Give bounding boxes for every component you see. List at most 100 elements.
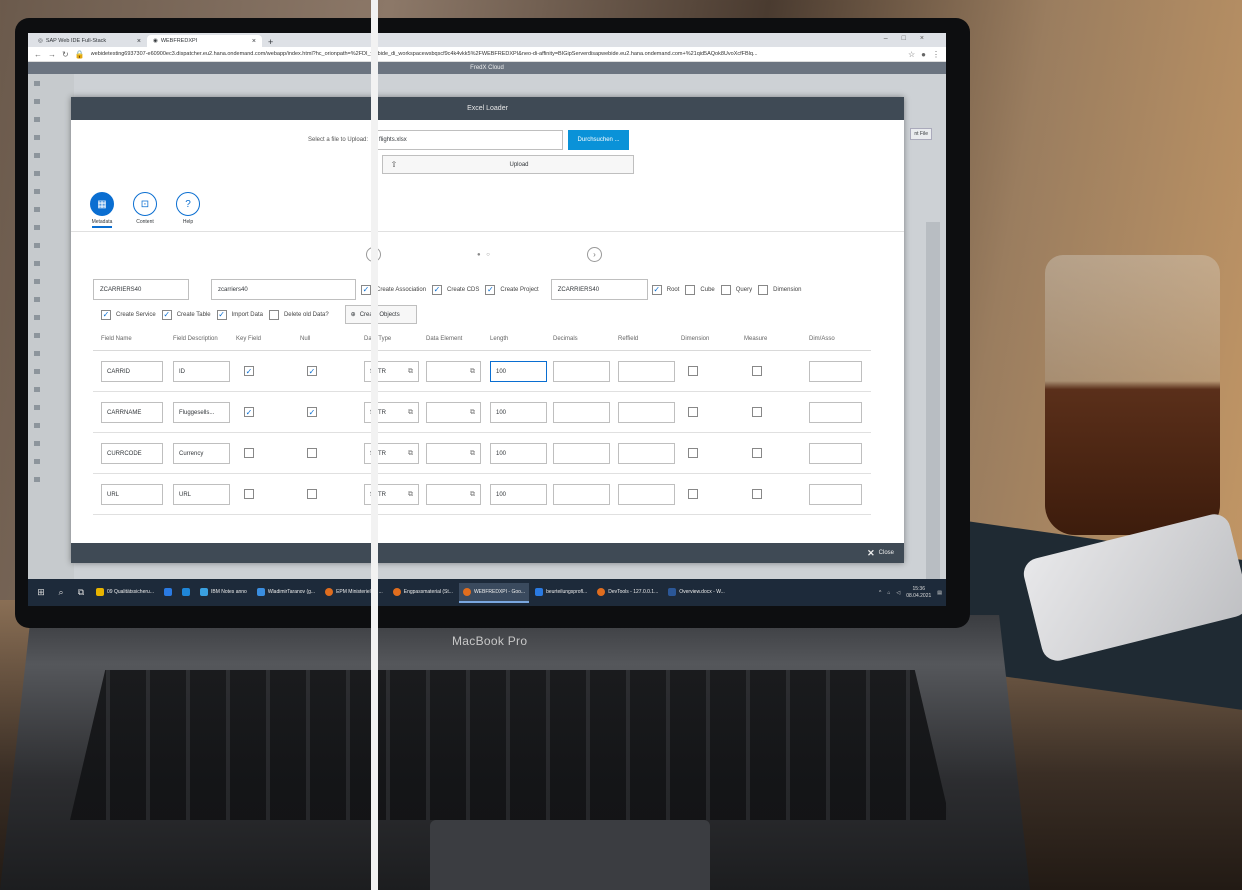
field-description-input[interactable]: Fluggesells... xyxy=(173,402,230,423)
tree-item[interactable] xyxy=(28,470,74,488)
dimension-checkbox[interactable] xyxy=(688,366,698,376)
window-controls[interactable]: –□× xyxy=(884,35,938,42)
url-field[interactable]: webidetesting6937307-e60900ec3.dispatche… xyxy=(91,51,902,57)
taskbar-item[interactable]: IBM Notes anno xyxy=(196,583,251,603)
key-field-checkbox[interactable]: ✓ xyxy=(244,366,254,376)
reffield-input[interactable] xyxy=(618,484,675,505)
taskbar-item[interactable]: beurteilungsprofl... xyxy=(531,583,591,603)
tree-item[interactable] xyxy=(28,236,74,254)
volume-icon[interactable]: ◁ xyxy=(896,590,900,596)
new-tab-icon[interactable]: + xyxy=(262,37,279,47)
browse-button[interactable]: Durchsuchen ... xyxy=(568,130,630,150)
cube-checkbox[interactable] xyxy=(685,284,696,295)
tree-item[interactable] xyxy=(28,416,74,434)
create-objects-button[interactable]: ⊕ Create Objects xyxy=(344,305,417,324)
value-help-icon[interactable]: ⧉ xyxy=(470,368,475,376)
null-checkbox[interactable]: ✓ xyxy=(307,366,317,376)
key-field-checkbox[interactable]: ✓ xyxy=(244,407,254,417)
tree-item[interactable] xyxy=(28,272,74,290)
windows-start-icon[interactable]: ⊞ xyxy=(32,587,50,598)
tree-item[interactable] xyxy=(28,92,74,110)
field-description-input[interactable]: ID xyxy=(173,361,230,382)
decimals-input[interactable] xyxy=(553,361,610,382)
taskbar-item[interactable]: WEBFREDXPI - Goo... xyxy=(458,582,530,603)
decimals-input[interactable] xyxy=(553,484,610,505)
taskbar-item[interactable]: Overview.docx - W... xyxy=(664,583,729,603)
chevron-right-icon[interactable]: › xyxy=(587,247,602,262)
network-icon[interactable]: ⌂ xyxy=(887,590,890,596)
reffield-input[interactable] xyxy=(618,402,675,423)
back-icon[interactable]: ← xyxy=(34,50,42,59)
null-checkbox[interactable] xyxy=(307,448,317,458)
reffield-input[interactable] xyxy=(618,443,675,464)
decimals-input[interactable] xyxy=(553,402,610,423)
taskbar-item[interactable]: WladimirTaranov (g... xyxy=(253,583,319,603)
tree-item[interactable] xyxy=(28,452,74,470)
menu-icon[interactable]: ⋮ xyxy=(932,50,940,59)
tree-item[interactable] xyxy=(28,200,74,218)
tree-item[interactable] xyxy=(28,164,74,182)
field-description-input[interactable]: Currency xyxy=(173,443,230,464)
tree-item[interactable] xyxy=(28,362,74,380)
tree-item[interactable] xyxy=(28,344,74,362)
value-help-icon[interactable]: ⧉ xyxy=(408,368,413,376)
tree-item[interactable] xyxy=(28,254,74,272)
length-input[interactable]: 100 xyxy=(490,484,547,505)
dimension-checkbox[interactable] xyxy=(688,407,698,417)
name-input[interactable]: zcarriers40 xyxy=(211,279,356,300)
create-project-checkbox[interactable]: ✓ xyxy=(485,284,496,295)
value-help-icon[interactable]: ⧉ xyxy=(470,450,475,458)
create-association-checkbox[interactable]: ✓ xyxy=(361,284,371,295)
taskbar-item[interactable]: DevTools - 127.0.0.1... xyxy=(593,583,662,603)
tree-item[interactable] xyxy=(28,398,74,416)
data-element-input[interactable]: ⧉ xyxy=(426,484,481,505)
reffield-input[interactable] xyxy=(618,361,675,382)
key-field-checkbox[interactable] xyxy=(244,489,254,499)
project-name-input[interactable]: ZCARRIERS40 xyxy=(550,279,648,300)
close-icon[interactable]: × xyxy=(137,38,141,45)
data-element-input[interactable]: ⧉ xyxy=(426,443,481,464)
delete-old-checkbox[interactable] xyxy=(268,309,279,320)
tree-item[interactable] xyxy=(28,146,74,164)
tree-item[interactable] xyxy=(28,74,74,92)
value-help-icon[interactable]: ⧉ xyxy=(408,450,413,458)
tab-content[interactable]: ⊡ Content xyxy=(130,192,160,228)
create-table-checkbox[interactable]: ✓ xyxy=(161,309,172,320)
browser-tab-webfredxpi[interactable]: ◉ WEBFREDXPI × xyxy=(147,35,262,47)
profile-icon[interactable]: ● xyxy=(921,50,926,59)
value-help-icon[interactable]: ⧉ xyxy=(408,491,413,499)
tree-item[interactable] xyxy=(28,434,74,452)
create-service-checkbox[interactable]: ✓ xyxy=(101,309,111,320)
tab-metadata[interactable]: ▦ Metadata xyxy=(87,192,117,228)
value-help-icon[interactable]: ⧉ xyxy=(470,409,475,417)
chevron-up-icon[interactable]: ^ xyxy=(879,590,881,596)
length-input[interactable]: 100 xyxy=(490,402,547,423)
tree-item[interactable] xyxy=(28,128,74,146)
data-element-input[interactable]: ⧉ xyxy=(426,361,481,382)
data-element-input[interactable]: ⧉ xyxy=(426,402,481,423)
tree-item[interactable] xyxy=(28,290,74,308)
tree-item[interactable] xyxy=(28,308,74,326)
tree-item[interactable] xyxy=(28,326,74,344)
field-description-input[interactable]: URL xyxy=(173,484,230,505)
create-cds-checkbox[interactable]: ✓ xyxy=(432,284,443,295)
new-file-button[interactable]: nt File xyxy=(910,128,932,140)
dimension-checkbox[interactable] xyxy=(688,489,698,499)
tree-item[interactable] xyxy=(28,182,74,200)
tab-help[interactable]: ? Help xyxy=(173,192,203,228)
root-checkbox[interactable]: ✓ xyxy=(651,284,662,295)
dimension-checkbox[interactable] xyxy=(688,448,698,458)
null-checkbox[interactable] xyxy=(307,489,317,499)
dim-asso-input[interactable] xyxy=(809,402,862,423)
key-field-checkbox[interactable] xyxy=(244,448,254,458)
measure-checkbox[interactable] xyxy=(752,489,762,499)
field-name-input[interactable]: CURRCODE xyxy=(101,443,163,464)
tree-item[interactable] xyxy=(28,218,74,236)
measure-checkbox[interactable] xyxy=(752,448,762,458)
value-help-icon[interactable]: ⧉ xyxy=(408,409,413,417)
taskbar-item[interactable]: 09 Qualitätssicheru... xyxy=(92,583,158,603)
value-help-icon[interactable]: ⧉ xyxy=(470,491,475,499)
task-view-icon[interactable]: ⧉ xyxy=(72,587,90,598)
dim-asso-input[interactable] xyxy=(809,361,862,382)
clock[interactable]: 15:36 08.04.2021 xyxy=(906,586,931,600)
